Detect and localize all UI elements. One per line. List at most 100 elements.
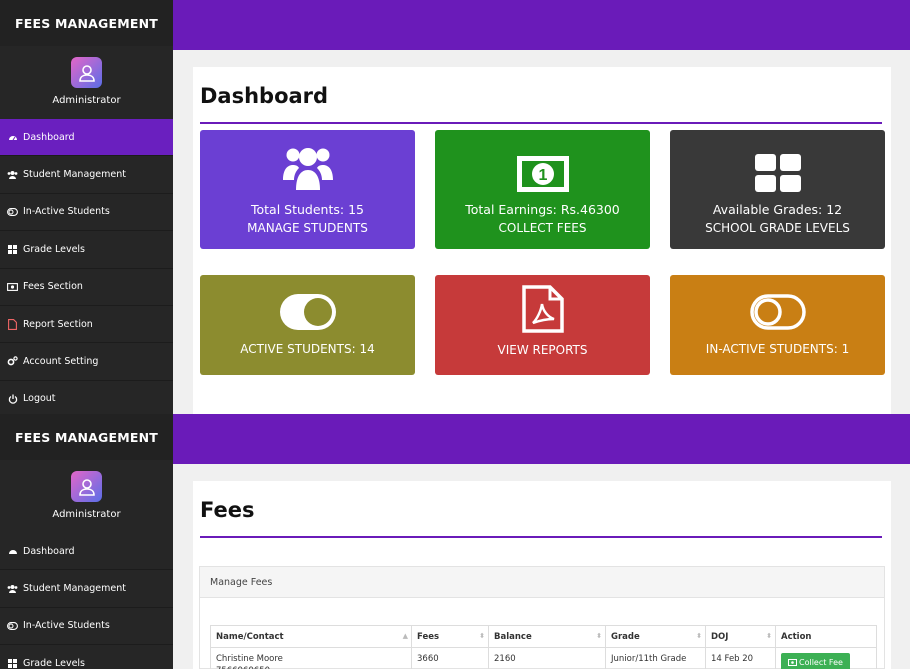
sidebar-item-dashboard[interactable]: Dashboard: [0, 119, 173, 157]
card-stat: Total Students: 15: [251, 202, 364, 217]
sidebar-item-student-management[interactable]: Student Management: [0, 570, 173, 608]
total-students-card[interactable]: Total Students: 15 MANAGE STUDENTS: [200, 130, 415, 249]
total-earnings-card[interactable]: 1 Total Earnings: Rs.46300 COLLECT FEES: [435, 130, 650, 249]
column-header-doj[interactable]: DOJ ⬍: [705, 625, 776, 648]
fees-table: Name/Contact ▲ Fees ⬍ Balance ⬍ Grade ⬍ DOJ ⬍…: [210, 625, 877, 669]
sidebar-menu: Dashboard Student Management In-Active S…: [0, 533, 173, 669]
cell-fees: 3660: [411, 647, 489, 669]
toggle-off-icon: [7, 620, 18, 631]
card-label: COLLECT FEES: [498, 221, 587, 235]
grid-icon: [7, 658, 18, 669]
sidebar-item-student-management[interactable]: Student Management: [0, 156, 173, 194]
users-icon: [7, 169, 18, 180]
sidebar-item-label: Grade Levels: [23, 657, 86, 669]
sidebar-item-label: Report Section: [23, 318, 93, 330]
card-label: VIEW REPORTS: [497, 343, 588, 357]
manage-fees-panel: Manage Fees Name/Contact ▲ Fees ⬍ Balance ⬍…: [199, 566, 885, 669]
grid-icon: [7, 244, 18, 255]
sidebar-item-label: Dashboard: [23, 131, 75, 143]
sidebar: FEES MANAGEMENT Administrator Dashboard …: [0, 414, 173, 669]
sort-icon: ⬍: [596, 632, 602, 640]
users-icon: [7, 583, 18, 594]
sidebar-item-account-setting[interactable]: Account Setting: [0, 343, 173, 381]
dashboard-screen: FEES MANAGEMENT Administrator Dashboard …: [0, 0, 910, 414]
sidebar-item-label: Account Setting: [23, 356, 99, 368]
sort-icon: ▲: [402, 632, 408, 640]
student-contact: 7566969650: [216, 665, 406, 669]
cell-doj: 14 Feb 20: [705, 647, 776, 669]
fees-panel: Fees Manage Fees Name/Contact ▲ Fees ⬍ Bal…: [193, 481, 891, 669]
sidebar-item-label: Grade Levels: [23, 243, 86, 255]
pdf-icon: [7, 318, 18, 330]
sidebar-item-label: Fees Section: [23, 281, 83, 293]
user-name: Administrator: [52, 95, 121, 106]
toggle-on-icon: [279, 275, 336, 330]
column-header-action: Action: [775, 625, 877, 648]
pdf-icon: [521, 275, 564, 333]
page-title: Dashboard: [200, 84, 329, 108]
user-icon: [78, 478, 95, 496]
power-icon: [7, 393, 18, 404]
sidebar-item-label: In-Active Students: [23, 620, 110, 632]
money-icon: 1: [516, 130, 569, 192]
column-header-grade[interactable]: Grade ⬍: [605, 625, 706, 648]
sort-icon: ⬍: [696, 632, 702, 640]
dashboard-panel: Dashboard Total Students: 15 MANAGE STUD…: [193, 67, 891, 414]
user-profile: Administrator: [0, 46, 173, 119]
table-row: Christine Moore7566969650 3660 2160 Juni…: [210, 647, 877, 669]
brand-title: FEES MANAGEMENT: [0, 0, 173, 46]
sidebar-item-report-section[interactable]: Report Section: [0, 306, 173, 344]
view-reports-card[interactable]: VIEW REPORTS: [435, 275, 650, 375]
column-header-name-contact[interactable]: Name/Contact ▲: [210, 625, 412, 648]
card-label: MANAGE STUDENTS: [247, 221, 368, 235]
title-divider: [200, 536, 882, 538]
dashboard-icon: [7, 546, 18, 557]
cell-name-contact: Christine Moore7566969650: [210, 647, 412, 669]
sidebar: FEES MANAGEMENT Administrator Dashboard …: [0, 0, 173, 414]
sidebar-item-label: Student Management: [23, 169, 126, 181]
active-students-card[interactable]: ACTIVE STUDENTS: 14: [200, 275, 415, 375]
sidebar-item-grade-levels[interactable]: Grade Levels: [0, 231, 173, 269]
sidebar-item-label: In-Active Students: [23, 206, 110, 218]
sidebar-item-inactive-students[interactable]: In-Active Students: [0, 608, 173, 646]
card-stat: Available Grades: 12: [712, 202, 843, 217]
avatar[interactable]: [71, 471, 102, 502]
sidebar-item-label: Dashboard: [23, 545, 75, 557]
page-title: Fees: [200, 498, 255, 522]
card-label: IN-ACTIVE STUDENTS: 1: [705, 342, 850, 356]
cell-action: Collect Fee: [775, 647, 877, 669]
column-header-balance[interactable]: Balance ⬍: [488, 625, 606, 648]
card-stat: Total Earnings: Rs.46300: [465, 202, 620, 217]
sidebar-item-logout[interactable]: Logout: [0, 381, 173, 414]
sidebar-item-label: Student Management: [23, 583, 126, 595]
title-divider: [200, 122, 882, 124]
inactive-students-card[interactable]: IN-ACTIVE STUDENTS: 1: [670, 275, 885, 375]
toggle-off-icon: [7, 206, 18, 217]
brand-title: FEES MANAGEMENT: [0, 414, 173, 460]
user-profile: Administrator: [0, 460, 173, 533]
money-icon: [7, 281, 18, 292]
sidebar-item-fees-section[interactable]: Fees Section: [0, 269, 173, 306]
panel-heading: Manage Fees: [200, 567, 884, 598]
sidebar-item-dashboard[interactable]: Dashboard: [0, 533, 173, 571]
available-grades-card[interactable]: Available Grades: 12 SCHOOL GRADE LEVELS: [670, 130, 885, 249]
collect-fee-button[interactable]: Collect Fee: [781, 653, 850, 669]
sidebar-item-inactive-students[interactable]: In-Active Students: [0, 194, 173, 232]
user-name: Administrator: [52, 509, 121, 520]
sort-icon: ⬍: [766, 632, 772, 640]
sidebar-item-grade-levels[interactable]: Grade Levels: [0, 645, 173, 669]
avatar[interactable]: [71, 57, 102, 88]
money-icon: [788, 659, 797, 666]
grid-icon: [754, 130, 801, 192]
fees-screen: FEES MANAGEMENT Administrator Dashboard …: [0, 414, 910, 669]
toggle-off-icon: [749, 275, 806, 330]
cogs-icon: [7, 356, 18, 367]
collect-fee-label: Collect Fee: [799, 658, 843, 667]
sidebar-menu: Dashboard Student Management In-Active S…: [0, 119, 173, 414]
student-name: Christine Moore: [216, 654, 283, 664]
column-header-fees[interactable]: Fees ⬍: [411, 625, 489, 648]
card-label: SCHOOL GRADE LEVELS: [705, 221, 850, 235]
sort-icon: ⬍: [479, 632, 485, 640]
users-icon: [282, 130, 334, 192]
cell-balance: 2160: [488, 647, 606, 669]
